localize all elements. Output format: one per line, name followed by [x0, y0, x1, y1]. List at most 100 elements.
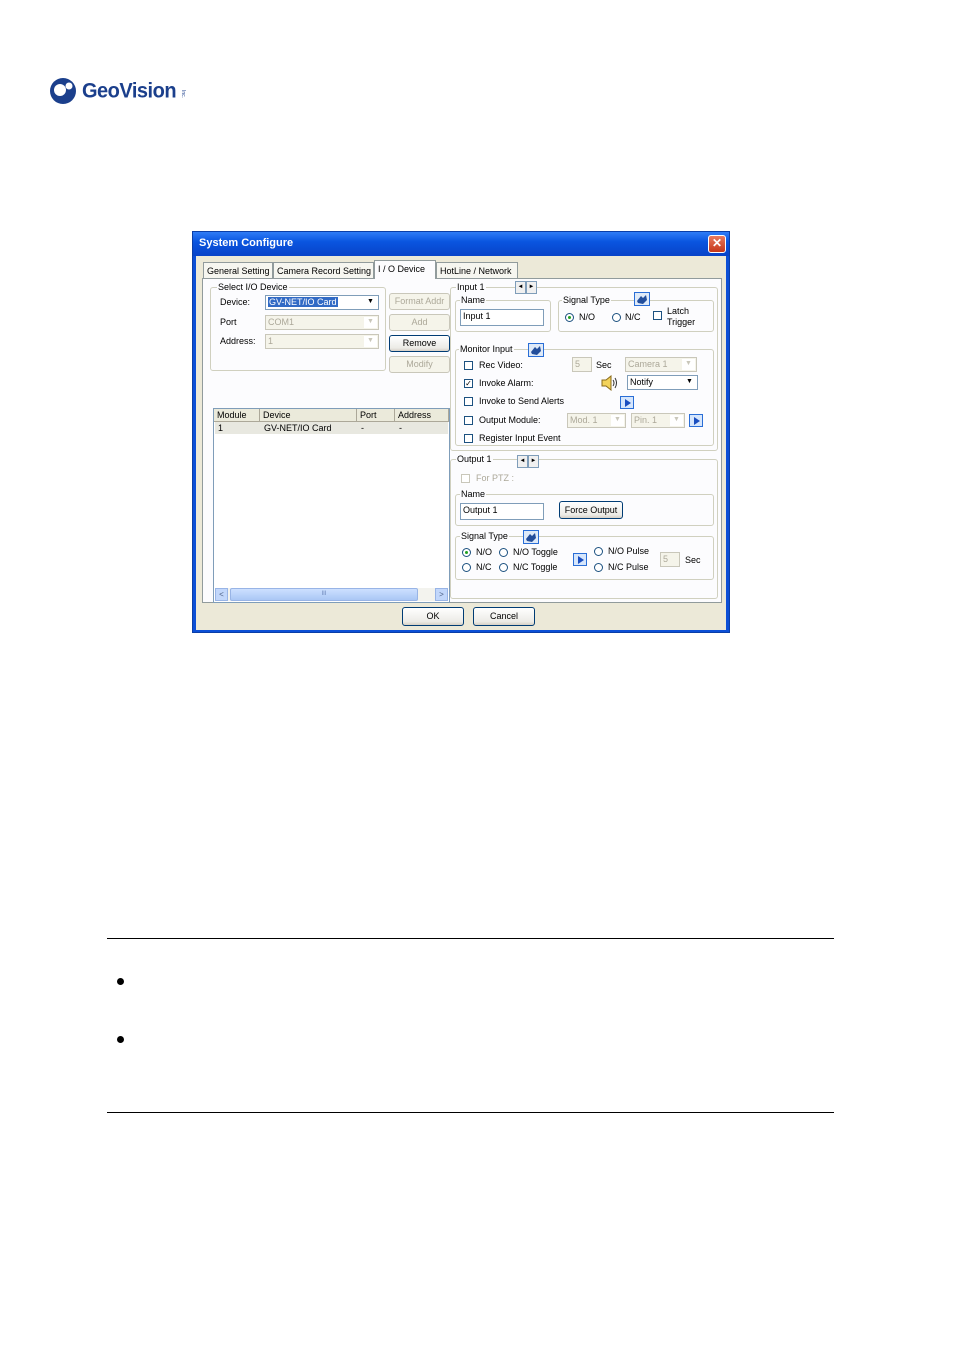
output-spinner[interactable]: ◄ ►	[517, 455, 539, 468]
bullet-1	[117, 978, 124, 985]
output-nc-toggle-radio[interactable]	[499, 563, 508, 572]
ok-button[interactable]: OK	[402, 607, 464, 626]
tab-camera-record-setting[interactable]: Camera Record Setting	[273, 262, 374, 278]
output-no-toggle-radio[interactable]	[499, 548, 508, 557]
system-configure-window: System Configure ✕ General Setting Camer…	[192, 231, 730, 633]
output-module-checkbox[interactable]	[464, 416, 473, 425]
monitor-input-label: Monitor Input	[459, 344, 514, 354]
output-no-label: N/O	[476, 547, 493, 557]
scroll-left-icon[interactable]: <	[215, 588, 228, 601]
output-group: Output 1 ◄ ► For PTZ : Name Output 1 For…	[450, 454, 718, 599]
output-no-toggle-label: N/O Toggle	[513, 547, 558, 557]
input-name-group: Name Input 1	[455, 295, 551, 332]
horizontal-scrollbar[interactable]: < III >	[215, 588, 448, 601]
spin-right-icon[interactable]: ►	[528, 455, 539, 468]
hand-pointer-icon[interactable]	[634, 292, 650, 306]
output-nc-radio[interactable]	[462, 563, 471, 572]
latch-trigger-checkbox[interactable]	[653, 311, 662, 320]
invoke-alerts-checkbox[interactable]	[464, 397, 473, 406]
output-module-label: Output Module:	[479, 415, 541, 425]
latch-label: Latch	[667, 306, 690, 316]
notify-select[interactable]: Notify ▼	[627, 375, 698, 390]
add-button[interactable]: Add	[389, 314, 450, 331]
input-name-label: Name	[460, 295, 487, 305]
force-output-button[interactable]: Force Output	[559, 501, 623, 519]
output-no-pulse-radio[interactable]	[594, 547, 603, 556]
input-no-radio[interactable]	[565, 313, 574, 322]
input-nc-radio[interactable]	[612, 313, 621, 322]
input-signal-type-group: Signal Type N/O N/C Latch Trigger	[558, 292, 714, 332]
title-bar[interactable]: System Configure ✕	[193, 232, 729, 256]
for-ptz-checkbox[interactable]	[461, 474, 470, 483]
input-spinner[interactable]: ◄ ►	[515, 281, 537, 294]
format-addr-button[interactable]: Format Addr	[389, 293, 450, 310]
modify-button[interactable]: Modify	[389, 356, 450, 373]
column-header-address[interactable]: Address	[395, 409, 449, 422]
output-no-radio[interactable]	[462, 548, 471, 557]
device-list[interactable]: Module Device Port Address 1 GV-NET/IO C…	[213, 408, 450, 603]
register-input-event-checkbox[interactable]	[464, 434, 473, 443]
brand-tm: Inc.	[180, 90, 186, 99]
hand-pointer-icon[interactable]	[523, 530, 539, 544]
chevron-down-icon: ▼	[611, 415, 624, 426]
divider-bottom	[107, 1112, 834, 1113]
chevron-down-icon: ▼	[670, 415, 683, 426]
output-nc-pulse-label: N/C Pulse	[608, 562, 649, 572]
speaker-icon[interactable]	[600, 375, 620, 391]
output-group-label: Output 1	[456, 454, 493, 464]
cell-module: 1	[218, 423, 224, 433]
brand-name: GeoVision	[82, 79, 177, 103]
camera-select[interactable]: Camera 1 ▼	[625, 357, 697, 372]
column-header-module[interactable]: Module	[214, 409, 260, 422]
output-name-group: Name Output 1 Force Output	[455, 489, 714, 526]
rec-seconds-field[interactable]: 5	[572, 357, 592, 372]
address-select-value: 1	[268, 336, 274, 346]
pin-select-value: Pin. 1	[634, 415, 658, 425]
remove-button[interactable]: Remove	[389, 335, 450, 352]
invoke-alarm-checkbox[interactable]: ✓	[464, 379, 473, 388]
cancel-button[interactable]: Cancel	[473, 607, 535, 626]
input-name-field[interactable]: Input 1	[460, 309, 544, 326]
scroll-right-icon[interactable]: >	[435, 588, 448, 601]
port-select[interactable]: COM1 ▼	[265, 315, 379, 330]
close-icon[interactable]: ✕	[708, 235, 726, 253]
output-name-label: Name	[460, 489, 487, 499]
output-module-arrow-icon[interactable]	[689, 414, 703, 427]
spin-left-icon[interactable]: ◄	[515, 281, 526, 294]
window-title: System Configure	[199, 237, 294, 249]
chevron-down-icon: ▼	[364, 317, 377, 328]
scroll-thumb[interactable]: III	[230, 588, 418, 601]
module-select[interactable]: Mod. 1 ▼	[567, 413, 626, 428]
tab-hotline-network[interactable]: HotLine / Network	[436, 262, 518, 278]
input-nc-label: N/C	[625, 312, 641, 322]
input-signal-type-label: Signal Type	[562, 295, 611, 305]
register-input-event-label: Register Input Event	[479, 433, 561, 443]
output-name-field[interactable]: Output 1	[460, 503, 544, 520]
address-select[interactable]: 1 ▼	[265, 334, 379, 349]
address-label: Address:	[220, 336, 256, 346]
spin-left-icon[interactable]: ◄	[517, 455, 528, 468]
output-nc-pulse-radio[interactable]	[594, 563, 603, 572]
cell-port: -	[361, 423, 364, 433]
table-row[interactable]: 1 GV-NET/IO Card - -	[215, 422, 448, 434]
cell-device: GV-NET/IO Card	[264, 423, 332, 433]
spin-right-icon[interactable]: ►	[526, 281, 537, 294]
tab-io-device[interactable]: I / O Device	[374, 260, 436, 279]
column-header-device[interactable]: Device	[260, 409, 357, 422]
column-header-port[interactable]: Port	[357, 409, 395, 422]
tab-general-setting[interactable]: General Setting	[203, 262, 273, 278]
hand-pointer-icon[interactable]	[528, 343, 544, 357]
input-group: Input 1 ◄ ► Name Input 1 Signal Type N/O	[450, 281, 718, 451]
alerts-settings-arrow-icon[interactable]	[620, 396, 634, 409]
rec-video-checkbox[interactable]	[464, 361, 473, 370]
output-nc-toggle-label: N/C Toggle	[513, 562, 558, 572]
pulse-seconds-field[interactable]: 5	[660, 552, 680, 567]
monitor-input-group: Monitor Input Rec Video: 5 Sec Camera 1 …	[455, 343, 714, 446]
chevron-down-icon: ▼	[683, 377, 696, 388]
chevron-down-icon: ▼	[364, 336, 377, 347]
chevron-down-icon: ▼	[682, 359, 695, 370]
signal-type-arrow-icon[interactable]	[573, 553, 587, 566]
device-select[interactable]: GV-NET/IO Card ▼	[265, 295, 379, 310]
pin-select[interactable]: Pin. 1 ▼	[631, 413, 685, 428]
output-signal-type-group: Signal Type N/O N/O Toggle N/C N/C Toggl…	[455, 530, 714, 580]
